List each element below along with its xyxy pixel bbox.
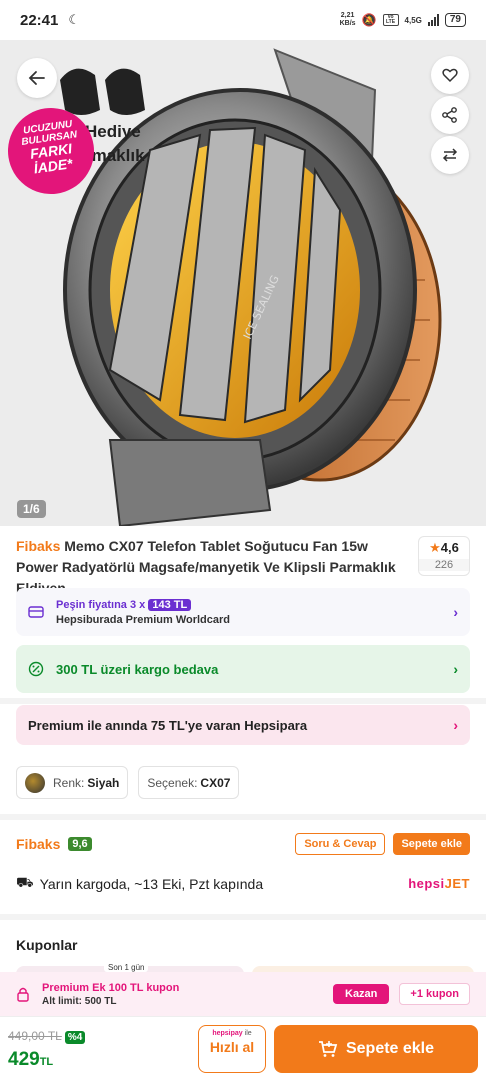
quick-buy-button[interactable]: hepsipay ile Hızlı al xyxy=(198,1024,266,1073)
coupon-limit: Alt limit: 500 TL xyxy=(42,995,117,1007)
delivery-text: Yarın kargoda, ~13 Eki, Pzt kapında xyxy=(39,875,264,892)
lock-icon xyxy=(17,987,29,1002)
earn-coupon-button[interactable]: Kazan xyxy=(333,984,390,1004)
product-image-gallery[interactable]: ICE SEALING Hediye rmaklık UCUZUNU BULUR… xyxy=(0,40,486,526)
rating-box[interactable]: ★4,6 226 xyxy=(418,536,470,576)
chevron-right-icon: › xyxy=(453,604,458,620)
network-label: 4,5G xyxy=(404,15,422,25)
arrow-left-icon xyxy=(28,71,45,85)
worldcard-label: Hepsiburada Premium Worldcard xyxy=(56,613,231,626)
old-price: 449,00 TL xyxy=(8,1028,62,1043)
rating-value: 4,6 xyxy=(440,540,459,555)
option-value: CX07 xyxy=(200,775,231,790)
seller-row: Fibaks 9,6 Soru & Cevap Sepete ekle xyxy=(16,833,470,855)
share-icon xyxy=(442,107,457,123)
section-divider xyxy=(0,698,486,704)
free-shipping-label: 300 TL üzeri kargo bedava xyxy=(56,661,219,677)
moon-icon: ☾ xyxy=(68,12,81,27)
section-divider xyxy=(0,914,486,920)
brand-link[interactable]: Fibaks xyxy=(16,538,60,554)
hepsipay-logo: hepsipay ile xyxy=(212,1029,252,1037)
seller-score-badge: 9,6 xyxy=(68,837,92,851)
share-button[interactable] xyxy=(431,96,469,134)
color-swatch xyxy=(25,772,45,793)
hepsijet-logo: hepsiJET xyxy=(408,876,470,891)
net-speed: 2,21 KB/s xyxy=(339,12,356,27)
purchase-bar: 449,00 TL %4 429TL hepsipay ile Hızlı al … xyxy=(0,1016,486,1080)
chevron-right-icon: › xyxy=(453,661,458,677)
color-value: Siyah xyxy=(87,775,120,790)
coupon-title: Premium Ek 100 TL kupon xyxy=(42,981,180,994)
free-shipping-card[interactable]: 300 TL üzeri kargo bedava › xyxy=(16,645,470,693)
compare-arrows-icon xyxy=(442,148,458,162)
review-count: 226 xyxy=(419,559,469,571)
cart-icon xyxy=(318,1040,338,1057)
status-bar: 22:41 ☾ 2,21 KB/s 🔕 Vo LTE 4,5G 79 xyxy=(0,0,486,40)
status-icons: 2,21 KB/s 🔕 Vo LTE 4,5G 79 xyxy=(340,12,466,28)
chevron-right-icon: › xyxy=(453,717,458,733)
installment-label: Peşin fiyatına 3 x xyxy=(56,598,146,611)
variant-chips: Renk: Siyah Seçenek: CX07 xyxy=(16,766,240,799)
quick-buy-label: Hızlı al xyxy=(209,1038,255,1055)
hepsipara-label: Premium ile anında 75 TL'ye varan Hepsip… xyxy=(28,717,308,733)
qa-button[interactable]: Soru & Cevap xyxy=(295,833,386,855)
section-divider xyxy=(0,814,486,820)
installment-amount: 143 TL xyxy=(148,598,192,611)
credit-card-icon xyxy=(28,606,44,618)
more-coupons-button[interactable]: +1 kupon xyxy=(399,983,470,1005)
hepsipara-card[interactable]: Premium ile anında 75 TL'ye varan Hepsip… xyxy=(16,705,470,745)
volte-icon: Vo LTE xyxy=(382,14,399,26)
mute-icon: 🔕 xyxy=(361,13,377,27)
delivery-info: ⛟ Yarın kargoda, ~13 Eki, Pzt kapında he… xyxy=(16,874,470,893)
favorite-button[interactable] xyxy=(431,56,469,94)
option-selector[interactable]: Seçenek: CX07 xyxy=(138,766,240,799)
color-selector[interactable]: Renk: Siyah xyxy=(16,766,129,799)
current-price: 429TL xyxy=(8,1048,54,1070)
discount-badge: %4 xyxy=(64,1030,86,1044)
price-block: 449,00 TL %4 429TL xyxy=(8,1027,198,1071)
heart-icon xyxy=(442,68,458,83)
coupon-deadline-tag: Son 1 gün xyxy=(104,963,149,972)
seller-add-to-cart-button[interactable]: Sepete ekle xyxy=(393,833,470,855)
add-to-cart-label: Sepete ekle xyxy=(345,1039,435,1057)
truck-icon: ⛟ xyxy=(16,874,34,890)
compare-button[interactable] xyxy=(431,136,469,174)
coupons-title: Kuponlar xyxy=(16,937,78,953)
status-time: 22:41 xyxy=(20,11,59,29)
add-to-cart-button[interactable]: Sepete ekle xyxy=(274,1024,478,1073)
installment-card[interactable]: Peşin fiyatına 3 x 143 TL Hepsiburada Pr… xyxy=(16,588,470,636)
battery-icon: 79 xyxy=(444,13,466,27)
seller-name[interactable]: Fibaks xyxy=(16,836,60,852)
image-page-indicator: 1/6 xyxy=(17,500,46,518)
back-button[interactable] xyxy=(17,58,57,98)
signal-icon xyxy=(427,14,439,26)
coupon-bar: Premium Ek 100 TL kupon Alt limit: 500 T… xyxy=(0,972,486,1016)
star-icon: ★ xyxy=(429,540,441,555)
discount-badge-icon xyxy=(28,661,44,677)
